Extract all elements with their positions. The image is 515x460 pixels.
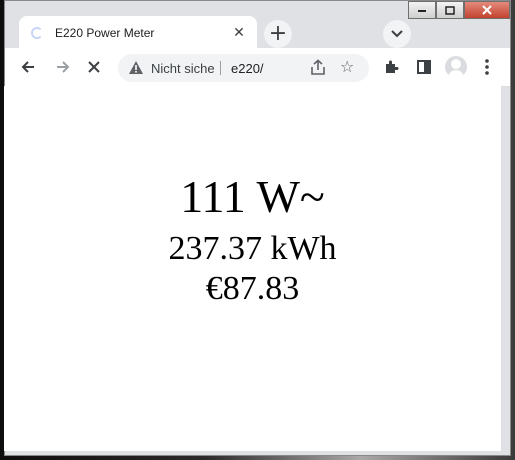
- power-reading: 111 W~: [180, 171, 325, 222]
- browser-toolbar: Nicht sicher e220/ ☆: [5, 48, 510, 87]
- address-bar[interactable]: Nicht sicher e220/ ☆: [118, 54, 369, 82]
- tab-e220-power-meter[interactable]: E220 Power Meter ✕: [19, 16, 257, 49]
- profile-icon[interactable]: [445, 56, 467, 78]
- tab-title: E220 Power Meter: [55, 25, 155, 40]
- menu-button[interactable]: [476, 56, 498, 78]
- close-icon: [482, 5, 492, 15]
- star-icon[interactable]: ☆: [340, 57, 354, 76]
- avatar-head: [451, 59, 461, 69]
- new-tab-button[interactable]: +: [264, 20, 292, 48]
- tab-search-button[interactable]: [383, 20, 411, 48]
- forward-button[interactable]: [52, 56, 74, 78]
- maximize-button[interactable]: [436, 1, 464, 19]
- maximize-icon: [445, 5, 455, 15]
- tab-close-icon[interactable]: ✕: [229, 23, 249, 43]
- stop-button[interactable]: [83, 56, 105, 78]
- energy-reading: 237.37 kWh: [168, 230, 337, 267]
- back-icon: [21, 61, 34, 73]
- window-caption-buttons: [408, 1, 510, 19]
- avatar-body: [448, 70, 464, 78]
- cost-reading: €87.83: [205, 270, 300, 307]
- menu-icon: [485, 59, 489, 75]
- page-content: 111 W~ 237.37 kWh €87.83: [4, 86, 501, 451]
- side-panel-button[interactable]: [413, 56, 435, 78]
- url-text[interactable]: e220/: [231, 61, 264, 76]
- close-window-button[interactable]: [464, 1, 510, 19]
- extensions-icon: [386, 60, 399, 73]
- chevron-down-icon: [391, 30, 403, 38]
- forward-icon: [57, 61, 70, 73]
- share-icon[interactable]: [308, 58, 328, 78]
- minimize-icon: [418, 10, 426, 12]
- omnibox-divider: [220, 61, 221, 75]
- back-button[interactable]: [17, 56, 39, 78]
- extensions-button[interactable]: [380, 56, 402, 78]
- minimize-button[interactable]: [408, 1, 436, 19]
- stop-icon: [88, 61, 100, 73]
- sidepanel-icon: [417, 60, 431, 74]
- spinner-icon: [31, 26, 43, 39]
- security-status-label[interactable]: Nicht sicher: [151, 61, 215, 76]
- warning-icon[interactable]: [128, 60, 144, 75]
